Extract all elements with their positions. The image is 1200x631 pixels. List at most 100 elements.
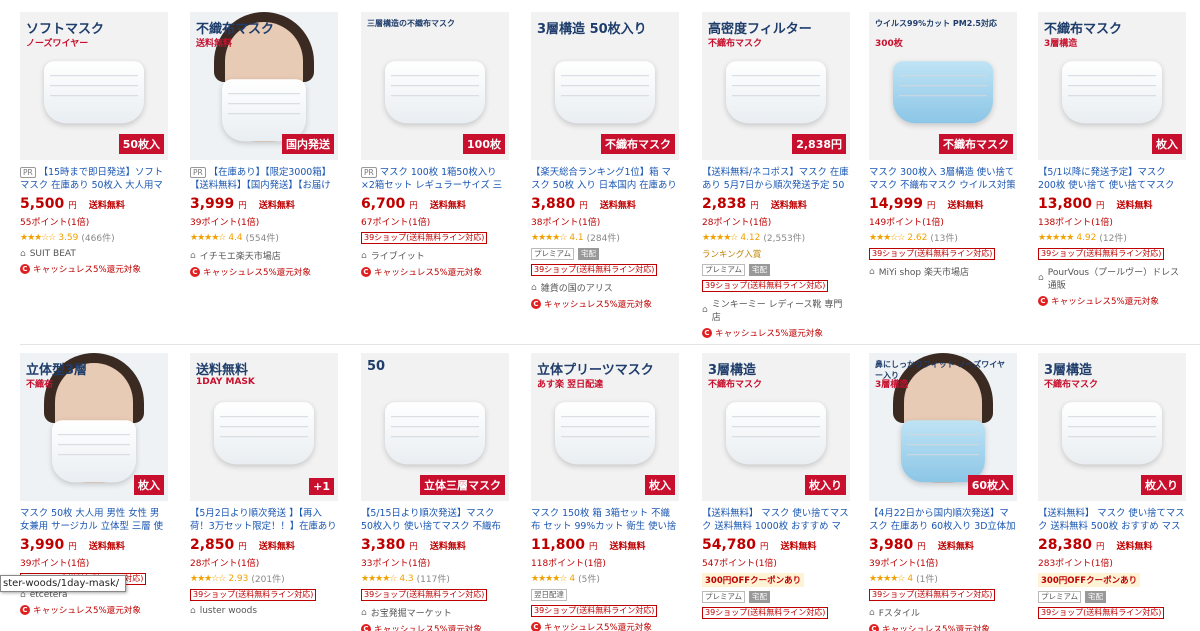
rating[interactable]: ★★★★☆ 4.1 (284件) — [531, 231, 679, 245]
rating[interactable]: ★★★☆☆ 2.62 (13件) — [869, 231, 1017, 245]
product-title-text[interactable]: 【楽天総合ランキング1位】箱 マスク 50枚 入り 日本国内 在庫あり 使い捨て… — [531, 167, 677, 192]
product-title-text[interactable]: マスク 100枚 1箱50枚入り×2箱セット レギュラーサイズ 三層 不織布 ブ… — [361, 167, 502, 192]
product-image[interactable]: 不織布マスク 枚入 3層構造 — [1038, 12, 1186, 160]
product-image[interactable]: 3層構造 50枚入り 不織布マスク — [531, 12, 679, 160]
shop-link[interactable]: ⌂ ライブイット — [361, 249, 509, 263]
product-image[interactable]: ウイルス99%カット PM2.5対応 不織布マスク 300枚 — [869, 12, 1017, 160]
product-title-link[interactable]: マスク 150枚 箱 3箱セット 不織布 セット 99%カット 衛生 使い捨て … — [531, 507, 679, 533]
product-image[interactable]: 3層構造 枚入り 不織布マスク — [702, 353, 850, 501]
shop-name[interactable]: 雑貨の国のアリス — [541, 281, 613, 294]
product-title-text[interactable]: マスク 50枚 大人用 男性 女性 男女兼用 サージカル 立体型 三層 使い捨て… — [20, 508, 163, 533]
product-card[interactable]: 3層構造 枚入り 不織布マスク【送料無料】 マスク 使い捨てマスク 送料無料 100… — [702, 353, 850, 619]
coupon-badge[interactable]: 300円OFFクーポンあり — [702, 573, 805, 587]
product-card[interactable]: 不織布マスク 枚入 3層構造【5/1以降に発送予定】マスク 200枚 使い捨て 使い… — [1038, 12, 1186, 307]
rating[interactable]: ★★★★☆ 4.4 (554件) — [190, 231, 338, 245]
product-title-link[interactable]: 【5/15日より順次発送】マスク 50枚入り 使い捨てマスク 不織布 フェイスマ… — [361, 507, 509, 533]
review-count-link[interactable]: (554件) — [246, 231, 279, 244]
product-card[interactable]: 三層構造の不織布マスク 100枚 PR マスク 100枚 1箱50枚入り×2箱セット … — [361, 12, 509, 278]
shop-link[interactable]: ⌂ Fスタイル — [869, 606, 1017, 620]
product-image[interactable]: 立体型3層 枚入 不織布 — [20, 353, 168, 501]
rating[interactable]: ★★★☆☆ 3.59 (466件) — [20, 231, 168, 245]
product-title-text[interactable]: 【4月22日から国内順次発送】マスク 在庫あり 60枚入り 3D立体加工 3層構… — [869, 508, 1016, 533]
product-image[interactable]: 高密度フィルター 2,838円 不織布マスク — [702, 12, 850, 160]
product-title-text[interactable]: 【5/1以降に発送予定】マスク 200枚 使い捨て 使い捨てマスク 白 50枚 … — [1038, 167, 1174, 192]
product-image[interactable]: 送料無料 +1 1DAY MASK — [190, 353, 338, 501]
rating[interactable]: ★★★★☆ 4.3 (117件) — [361, 572, 509, 586]
shop-link[interactable]: ⌂ MiYi shop 楽天市場店 — [869, 265, 1017, 279]
product-card[interactable]: 50 立体三層マスク【5/15日より順次発送】マスク 50枚入り 使い捨てマスク … — [361, 353, 509, 631]
rating[interactable]: ★★★★☆ 4 (1件) — [869, 572, 1017, 586]
product-title-link[interactable]: PR【在庫あり】【限定3000箱】【送料無料】【国内発送】【お届け目安3-... — [190, 166, 338, 192]
review-count-link[interactable]: (117件) — [417, 572, 450, 585]
shop-name[interactable]: ライブイット — [371, 249, 425, 262]
product-title-text[interactable]: 【5/15日より順次発送】マスク 50枚入り 使い捨てマスク 不織布 フェイスマ… — [361, 508, 501, 533]
product-image[interactable]: 不織布マスク 国内発送 送料無料 — [190, 12, 338, 160]
product-title-text[interactable]: 【15時まで即日発送】ソフトマスク 在庫あり 50枚入 大人用マスク 使... — [20, 167, 163, 192]
product-image[interactable]: 三層構造の不織布マスク 100枚 — [361, 12, 509, 160]
rating[interactable]: ★★★★★ 4.92 (12件) — [1038, 231, 1186, 245]
product-title-link[interactable]: 【楽天総合ランキング1位】箱 マスク 50枚 入り 日本国内 在庫あり 使い捨て… — [531, 166, 679, 192]
shop-link[interactable]: ⌂ 雑貨の国のアリス — [531, 281, 679, 295]
free-shipping-label: 送料無料 — [429, 201, 466, 211]
product-card[interactable]: ウイルス99%カット PM2.5対応 不織布マスク 300枚マスク 300枚入 3層… — [869, 12, 1017, 278]
shop-link[interactable]: ⌂ お宝発掘マーケット — [361, 606, 509, 620]
review-count-link[interactable]: (13件) — [930, 231, 957, 244]
product-title-link[interactable]: 【5/1以降に発送予定】マスク 200枚 使い捨て 使い捨てマスク 白 50枚 … — [1038, 166, 1186, 192]
product-title-link[interactable]: マスク 300枚入 3層構造 使い捨てマスク 不織布マスク ウイルス対策 飛沫 … — [869, 166, 1017, 192]
product-title-link[interactable]: PR【15時まで即日発送】ソフトマスク 在庫あり 50枚入 大人用マスク 使..… — [20, 166, 168, 192]
product-title-link[interactable]: 【送料無料】 マスク 使い捨てマスク 送料無料 500枚 おすすめ マスク 使い… — [1038, 507, 1186, 533]
product-title-link[interactable]: 【5月2日より順次発送 】【再入荷！3万セット限定！！】在庫あり 送料無料 5.… — [190, 507, 338, 533]
shop-name[interactable]: MiYi shop 楽天市場店 — [879, 265, 969, 278]
product-title-text[interactable]: マスク 300枚入 3層構造 使い捨てマスク 不織布マスク ウイルス対策 飛沫 … — [869, 167, 1016, 192]
product-title-text[interactable]: 【送料無料】 マスク 使い捨てマスク 送料無料 500枚 おすすめ マスク 使い… — [1038, 508, 1185, 533]
product-card[interactable]: 鼻にしっかりフィット ノーズワイヤー入り 60枚入 3層構造【4月22日から国内順次… — [869, 353, 1017, 631]
rating[interactable]: ★★★☆☆ 2.93 (201件) — [190, 572, 338, 586]
shop-name[interactable]: PourVous（プールヴー）ドレス通販 — [1048, 265, 1186, 291]
product-title-link[interactable]: 【送料無料】 マスク 使い捨てマスク 送料無料 1000枚 おすすめ マスク 使… — [702, 507, 850, 533]
product-title-link[interactable]: マスク 50枚 大人用 男性 女性 男女兼用 サージカル 立体型 三層 使い捨て… — [20, 507, 168, 533]
free-shipping-label: 送料無料 — [937, 542, 974, 552]
product-image[interactable]: 3層構造 枚入り 不織布マスク — [1038, 353, 1186, 501]
shop-link[interactable]: ⌂ ミンキーミー レディース靴 専門店 — [702, 297, 850, 323]
shop-link[interactable]: ⌂ luster woods — [190, 606, 338, 616]
product-image[interactable]: ソフトマスク 50枚入 ノーズワイヤー — [20, 12, 168, 160]
product-image[interactable]: 50 立体三層マスク — [361, 353, 509, 501]
product-title-link[interactable]: 【4月22日から国内順次発送】マスク 在庫あり 60枚入り 3D立体加工 3層構… — [869, 507, 1017, 533]
product-title-link[interactable]: PRマスク 100枚 1箱50枚入り×2箱セット レギュラーサイズ 三層 不織布… — [361, 166, 509, 192]
review-count-link[interactable]: (12件) — [1099, 231, 1126, 244]
shop-link[interactable]: ⌂ イチモエ楽天市場店 — [190, 249, 338, 263]
shop-name[interactable]: luster woods — [200, 606, 257, 616]
shop-name[interactable]: ミンキーミー レディース靴 専門店 — [712, 297, 850, 323]
product-title-text[interactable]: 【5月2日より順次発送 】【再入荷！3万セット限定！！】在庫あり 送料無料 5.… — [190, 508, 337, 533]
service-tag: 宅配 — [748, 591, 770, 603]
product-title-link[interactable]: 【送料無料/ネコポス】マスク 在庫あり 5月7日から順次発送予定 50枚 +1枚… — [702, 166, 850, 192]
product-image[interactable]: 立体プリーツマスク 枚入 あす楽 翌日配達 — [531, 353, 679, 501]
review-count-link[interactable]: (5件) — [578, 572, 600, 585]
coupon-badge[interactable]: 300円OFFクーポンあり — [1038, 573, 1141, 587]
review-count-link[interactable]: (1件) — [916, 572, 938, 585]
product-card[interactable]: 立体プリーツマスク 枚入 あす楽 翌日配達マスク 150枚 箱 3箱セット 不織布 … — [531, 353, 679, 631]
product-title-text[interactable]: マスク 150枚 箱 3箱セット 不織布 セット 99%カット 衛生 使い捨て … — [531, 508, 676, 533]
product-title-text[interactable]: 【在庫あり】【限定3000箱】【送料無料】【国内発送】【お届け目安3-... — [190, 167, 331, 192]
rating[interactable]: ★★★★☆ 4 (5件) — [531, 572, 679, 586]
shop-name[interactable]: SUIT BEAT — [30, 249, 76, 259]
product-card[interactable]: 不織布マスク 国内発送 送料無料 PR 【在庫あり】【限定3000箱】【送料無料】【国内… — [190, 12, 338, 278]
product-card[interactable]: 3層構造 50枚入り 不織布マスク【楽天総合ランキング1位】箱 マスク 50枚 入… — [531, 12, 679, 310]
shop-name[interactable]: Fスタイル — [879, 606, 920, 619]
product-image[interactable]: 鼻にしっかりフィット ノーズワイヤー入り 60枚入 3層構造 — [869, 353, 1017, 501]
review-count-link[interactable]: (201件) — [251, 572, 284, 585]
review-count-link[interactable]: (466件) — [81, 231, 114, 244]
shop-link[interactable]: ⌂ PourVous（プールヴー）ドレス通販 — [1038, 265, 1186, 291]
shop-name[interactable]: お宝発掘マーケット — [371, 606, 452, 619]
product-card[interactable]: ソフトマスク 50枚入 ノーズワイヤー PR 【15時まで即日発送】ソフトマスク 在庫あ… — [20, 12, 168, 275]
product-card[interactable]: 送料無料 +1 1DAY MASK 【5月2日より順次発送 】【再入荷！3万セット限定… — [190, 353, 338, 616]
product-title-text[interactable]: 【送料無料】 マスク 使い捨てマスク 送料無料 1000枚 おすすめ マスク 使… — [702, 508, 849, 533]
shop-name[interactable]: イチモエ楽天市場店 — [200, 249, 281, 262]
shop-link[interactable]: ⌂ SUIT BEAT — [20, 249, 168, 259]
review-count-link[interactable]: (2,553件) — [763, 231, 805, 244]
product-card[interactable]: 高密度フィルター 2,838円 不織布マスク【送料無料/ネコポス】マスク 在庫あり … — [702, 12, 850, 339]
rating[interactable]: ★★★★☆ 4.12 (2,553件) — [702, 231, 850, 245]
product-title-text[interactable]: 【送料無料/ネコポス】マスク 在庫あり 5月7日から順次発送予定 50枚 +1枚… — [702, 167, 849, 192]
product-card[interactable]: 3層構造 枚入り 不織布マスク【送料無料】 マスク 使い捨てマスク 送料無料 500… — [1038, 353, 1186, 619]
review-count-link[interactable]: (284件) — [587, 231, 620, 244]
